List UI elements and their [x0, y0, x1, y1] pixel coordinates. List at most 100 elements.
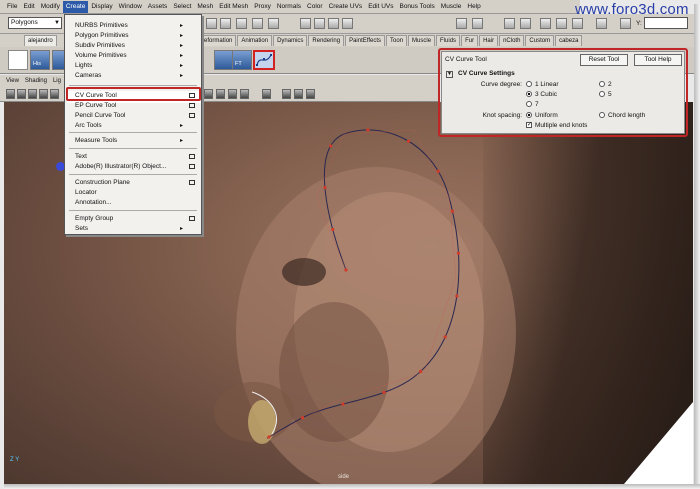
menu-create-uvs[interactable]: Create UVs: [326, 1, 366, 13]
option-box-icon[interactable]: [189, 164, 195, 169]
tool-settings-toggle-icon[interactable]: [504, 18, 515, 29]
menu-select[interactable]: Select: [170, 1, 194, 13]
cv-point[interactable]: [267, 435, 271, 439]
menu-muscle[interactable]: Muscle: [438, 1, 465, 13]
channel-box-icon[interactable]: [472, 18, 483, 29]
menu-item-annotation[interactable]: Annotation...: [75, 199, 112, 206]
history-shelf-icon[interactable]: His: [30, 50, 50, 70]
resolution-gate-icon[interactable]: [294, 89, 303, 99]
snap-plane-icon[interactable]: [252, 18, 263, 29]
attribute-editor-icon[interactable]: [520, 18, 531, 29]
menu-item-construction-plane[interactable]: Construction Plane: [75, 179, 130, 186]
outliner-icon[interactable]: [540, 18, 551, 29]
isolate-icon[interactable]: [282, 89, 291, 99]
shelf-options-icon[interactable]: [8, 50, 28, 70]
menu-mesh[interactable]: Mesh: [194, 1, 216, 13]
cv-point[interactable]: [323, 185, 327, 190]
cv-point[interactable]: [456, 251, 460, 256]
shelf-tab-fur[interactable]: Fur: [461, 35, 479, 46]
menu-item-ep-curve-tool[interactable]: EP Curve Tool: [75, 102, 116, 109]
shelf-tab-fluids[interactable]: Fluids: [436, 35, 461, 46]
cv-point[interactable]: [366, 128, 370, 132]
shelf-tab-alejandro[interactable]: alejandro: [24, 35, 57, 46]
shelf-tab-custom[interactable]: Custom: [525, 35, 555, 46]
panel-menu-shading[interactable]: Shading: [25, 78, 47, 84]
shelf-tab-hair[interactable]: Hair: [479, 35, 499, 46]
cv-point[interactable]: [436, 169, 440, 173]
shelf-tab-dynamics[interactable]: Dynamics: [273, 35, 308, 46]
snap-live-icon[interactable]: [268, 18, 279, 29]
menu-assets[interactable]: Assets: [145, 1, 171, 13]
numeric-toggle-icon[interactable]: [620, 18, 631, 29]
ipr-render-icon[interactable]: [328, 18, 339, 29]
menu-item-cameras[interactable]: Cameras: [75, 72, 101, 79]
wireframe-icon[interactable]: [204, 89, 213, 99]
image-plane-icon[interactable]: [39, 89, 48, 99]
cv-curve-shelf-icon[interactable]: [253, 50, 275, 70]
shelf-tab-ncloth[interactable]: nCloth: [499, 35, 525, 46]
cv-point[interactable]: [329, 144, 333, 148]
option-box-icon[interactable]: [189, 113, 195, 118]
y-input[interactable]: [644, 17, 688, 29]
option-box-icon[interactable]: [189, 216, 195, 221]
menu-display[interactable]: Display: [88, 1, 115, 13]
menu-edit[interactable]: Edit: [20, 1, 37, 13]
menu-item-lights[interactable]: Lights: [75, 62, 92, 69]
menu-bonus-tools[interactable]: Bonus Tools: [396, 1, 437, 13]
cv-point[interactable]: [300, 416, 305, 420]
snap-grid-icon[interactable]: [206, 18, 217, 29]
menu-item-polygon-primitives[interactable]: Polygon Primitives: [75, 32, 128, 39]
shelf-tool-icon[interactable]: [214, 50, 234, 70]
bookmark-icon[interactable]: [28, 89, 37, 99]
cv-point[interactable]: [382, 390, 386, 395]
xray-icon[interactable]: [262, 89, 271, 99]
menu-proxy[interactable]: Proxy: [251, 1, 274, 13]
camera-icon[interactable]: [6, 89, 15, 99]
cv-point[interactable]: [450, 209, 455, 213]
menu-color[interactable]: Color: [304, 1, 326, 13]
film-gate-icon[interactable]: [306, 89, 315, 99]
menu-help[interactable]: Help: [464, 1, 483, 13]
menu-item-pencil-curve-tool[interactable]: Pencil Curve Tool: [75, 112, 125, 119]
menu-item-empty-group[interactable]: Empty Group: [75, 215, 113, 222]
cv-point[interactable]: [341, 402, 345, 406]
option-box-icon[interactable]: [189, 103, 195, 108]
textured-icon[interactable]: [228, 89, 237, 99]
camera-attributes-icon[interactable]: [17, 89, 26, 99]
shelf-tab-muscle[interactable]: Muscle: [408, 35, 436, 46]
mode-selector[interactable]: Polygons ▼: [8, 17, 62, 29]
shelf-tab-painteffects[interactable]: PaintEffects: [345, 35, 386, 46]
cv-point[interactable]: [344, 268, 348, 272]
render-icon[interactable]: [314, 18, 325, 29]
menu-item-measure-tools[interactable]: Measure Tools: [75, 137, 117, 144]
cv-point[interactable]: [406, 139, 411, 143]
snap-point-icon[interactable]: [236, 18, 247, 29]
cv-point[interactable]: [419, 369, 423, 373]
shelf-tab-rendering[interactable]: Rendering: [308, 35, 345, 46]
panel-menu-view[interactable]: View: [6, 78, 19, 84]
shelf-tab-animation[interactable]: Animation: [237, 35, 273, 46]
shelf-tab-toon[interactable]: Toon: [386, 35, 408, 46]
graph-editor-icon[interactable]: [572, 18, 583, 29]
cv-point[interactable]: [443, 335, 447, 339]
option-box-icon[interactable]: [189, 180, 195, 185]
hypergraph-icon[interactable]: [556, 18, 567, 29]
input-line-icon[interactable]: [456, 18, 467, 29]
menu-item-adobe-r-illustrator-r-object[interactable]: Adobe(R) Illustrator(R) Object...: [75, 163, 166, 170]
menu-item-text[interactable]: Text: [75, 153, 87, 160]
menu-normals[interactable]: Normals: [274, 1, 304, 13]
panel-menu-lighting[interactable]: Lig: [53, 78, 61, 84]
lights-icon[interactable]: [240, 89, 249, 99]
menu-window[interactable]: Window: [116, 1, 145, 13]
numeric-input-icon[interactable]: [596, 18, 607, 29]
menu-item-volume-primitives[interactable]: Volume Primitives: [75, 52, 127, 59]
menu-item-sets[interactable]: Sets: [75, 225, 88, 232]
menu-item-nurbs-primitives[interactable]: NURBS Primitives: [75, 22, 128, 29]
freeze-transform-icon[interactable]: FT: [232, 50, 252, 70]
snap-curve-icon[interactable]: [220, 18, 231, 29]
render-settings-icon[interactable]: [342, 18, 353, 29]
smooth-shade-icon[interactable]: [216, 89, 225, 99]
menu-edit-uvs[interactable]: Edit UVs: [365, 1, 396, 13]
cv-point[interactable]: [455, 294, 459, 298]
menu-edit-mesh[interactable]: Edit Mesh: [216, 1, 251, 13]
